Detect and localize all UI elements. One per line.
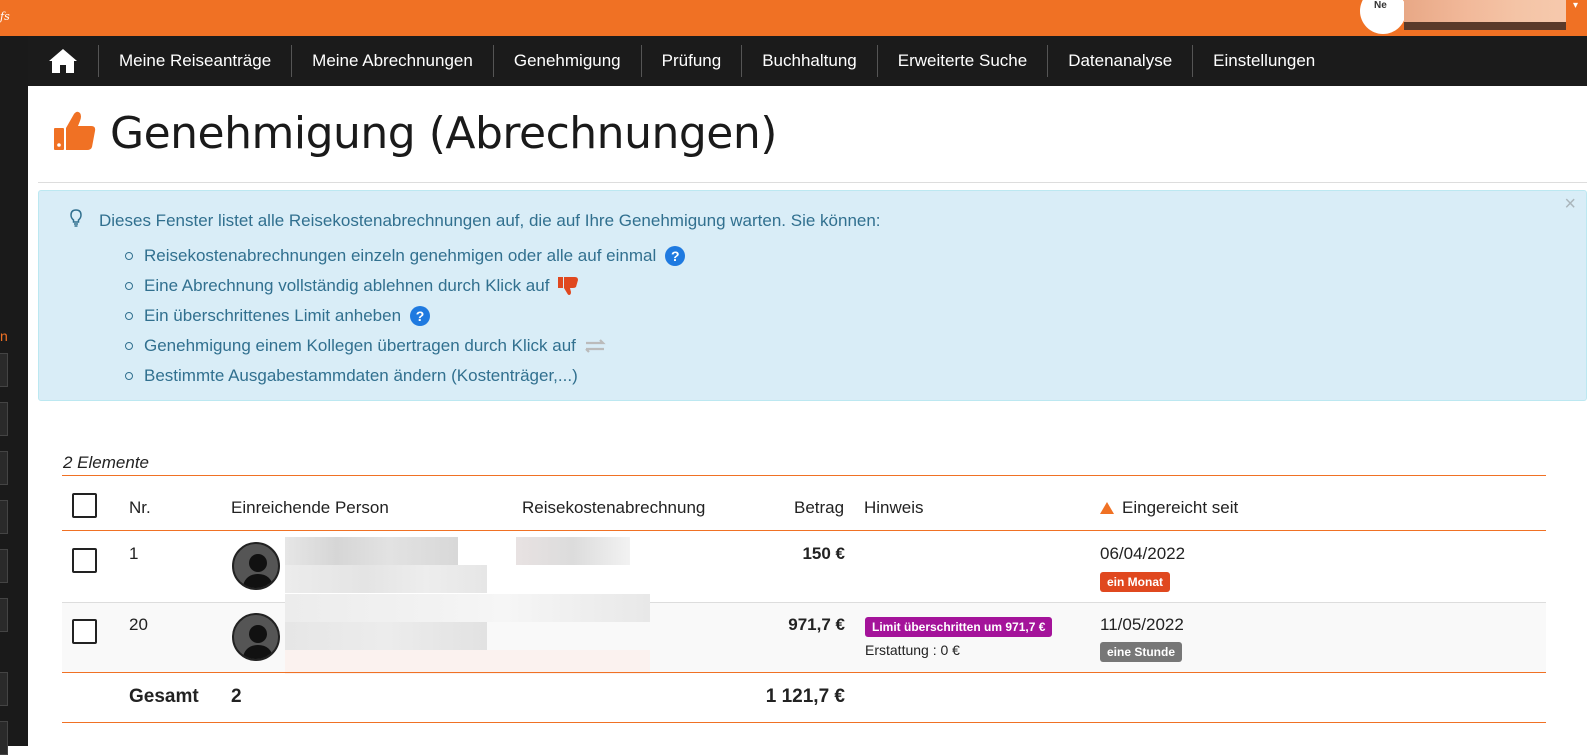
sidebar-tab[interactable] [0, 402, 8, 436]
brand-logo: fs [0, 10, 10, 23]
total-count: 2 [231, 686, 242, 707]
column-header-submitted[interactable]: Eingereicht seit [1100, 498, 1238, 518]
home-icon[interactable] [28, 36, 98, 86]
age-badge: ein Monat [1100, 572, 1170, 592]
nav-item-einstellungen[interactable]: Einstellungen [1193, 36, 1335, 86]
info-item-text: Eine Abrechnung vollständig ablehnen dur… [144, 276, 550, 295]
title-divider [38, 182, 1587, 183]
help-icon[interactable]: ? [665, 246, 686, 266]
sidebar-tab[interactable] [0, 500, 8, 534]
lightbulb-icon [70, 209, 82, 232]
thumbs-down-icon [557, 276, 579, 296]
avatar [232, 542, 280, 590]
sidebar-tab[interactable] [0, 598, 8, 632]
close-icon[interactable]: × [1564, 193, 1576, 216]
redacted-person-name [285, 537, 458, 565]
nav-item-meine-reiseantraege[interactable]: Meine Reiseanträge [99, 36, 291, 86]
redacted-person-name [285, 594, 650, 622]
bullet-icon [125, 252, 133, 260]
info-list-item: Eine Abrechnung vollständig ablehnen dur… [125, 271, 685, 301]
info-item-text: Reisekostenabrechnungen einzeln genehmig… [144, 246, 657, 265]
nav-item-datenanalyse[interactable]: Datenanalyse [1048, 36, 1192, 86]
select-all-checkbox[interactable] [72, 493, 97, 518]
limit-exceeded-badge: Limit überschritten um 971,7 € [865, 617, 1053, 637]
total-amount: 1 121,7 € [765, 686, 845, 707]
company-logo: Ne [1360, 0, 1406, 34]
redacted-person-detail [285, 622, 487, 650]
transfer-icon [584, 337, 608, 355]
item-count: 2 Elemente [63, 453, 149, 472]
info-intro: Dieses Fenster listet alle Reisekostenab… [99, 211, 881, 230]
column-header-note[interactable]: Hinweis [864, 498, 924, 518]
column-header-person[interactable]: Einreichende Person [231, 498, 389, 518]
info-list: Reisekostenabrechnungen einzeln genehmig… [125, 241, 686, 391]
row-amount: 971,7 € [788, 615, 845, 634]
chevron-down-icon[interactable]: ▾ [1573, 0, 1587, 14]
bullet-icon [125, 372, 133, 380]
redacted-report-name[interactable] [285, 650, 650, 674]
sidebar-edge-text: n [0, 328, 8, 344]
table-top-rule [62, 475, 1546, 476]
nav-item-buchhaltung[interactable]: Buchhaltung [742, 36, 877, 86]
total-top-rule [62, 672, 1546, 673]
info-box: × Dieses Fenster listet alle Reisekosten… [38, 190, 1587, 401]
nav-item-pruefung[interactable]: Prüfung [642, 36, 742, 86]
row-checkbox[interactable] [72, 619, 97, 644]
column-header-report[interactable]: Reisekostenabrechnung [522, 498, 705, 518]
help-icon[interactable]: ? [410, 306, 431, 326]
info-item-text: Ein überschrittenes Limit anheben [144, 306, 402, 325]
sidebar-tab[interactable] [0, 451, 8, 485]
row-nr: 1 [129, 544, 139, 563]
info-list-item: Reisekostenabrechnungen einzeln genehmig… [125, 241, 686, 271]
sidebar-tab[interactable] [0, 549, 8, 583]
thumbs-up-icon [52, 110, 96, 157]
refund-note: Erstattung : 0 € [865, 642, 960, 658]
left-sidebar: n [0, 36, 28, 755]
total-label: Gesamt [129, 686, 199, 707]
table-bottom-rule [62, 722, 1546, 723]
column-header-nr[interactable]: Nr. [129, 498, 151, 518]
bullet-icon [125, 282, 133, 290]
bullet-icon [125, 312, 133, 320]
nav-item-genehmigung[interactable]: Genehmigung [494, 36, 641, 86]
redacted-report-name[interactable] [516, 537, 630, 565]
sort-ascending-icon [1100, 502, 1114, 514]
bullet-icon [125, 342, 133, 350]
info-item-text: Bestimmte Ausgabestammdaten ändern (Kost… [144, 366, 578, 385]
main-nav: Meine Reiseanträge Meine Abrechnungen Ge… [28, 36, 1587, 86]
user-menu-underline [1404, 22, 1566, 30]
info-item-text: Genehmigung einem Kollegen übertragen du… [144, 336, 576, 355]
avatar [232, 613, 280, 661]
row-date: 06/04/2022 [1100, 544, 1186, 563]
top-bar: fs Ne ▾ [0, 0, 1587, 36]
info-list-item: Ein überschrittenes Limit anheben ? [125, 301, 685, 331]
redacted-person-detail [285, 565, 487, 593]
nav-item-meine-abrechnungen[interactable]: Meine Abrechnungen [292, 36, 493, 86]
company-logo-text: Ne [1374, 0, 1387, 11]
sidebar-tab[interactable] [0, 721, 8, 755]
age-badge: eine Stunde [1100, 642, 1183, 662]
row-date: 11/05/2022 [1100, 615, 1184, 634]
row-amount: 150 € [802, 544, 845, 563]
info-list-item: Bestimmte Ausgabestammdaten ändern (Kost… [125, 361, 685, 391]
column-header-submitted-label: Eingereicht seit [1122, 498, 1239, 517]
column-header-amount[interactable]: Betrag [794, 498, 844, 518]
row-nr: 20 [129, 615, 148, 634]
sidebar-tab[interactable] [0, 672, 8, 706]
page-header: Genehmigung (Abrechnungen) [52, 108, 777, 159]
row-checkbox[interactable] [72, 548, 97, 573]
page-title: Genehmigung (Abrechnungen) [110, 108, 777, 159]
header-bottom-rule [62, 530, 1546, 531]
nav-item-erweiterte-suche[interactable]: Erweiterte Suche [878, 36, 1047, 86]
sidebar-tab[interactable] [0, 353, 8, 387]
info-list-item: Genehmigung einem Kollegen übertragen du… [125, 331, 685, 361]
